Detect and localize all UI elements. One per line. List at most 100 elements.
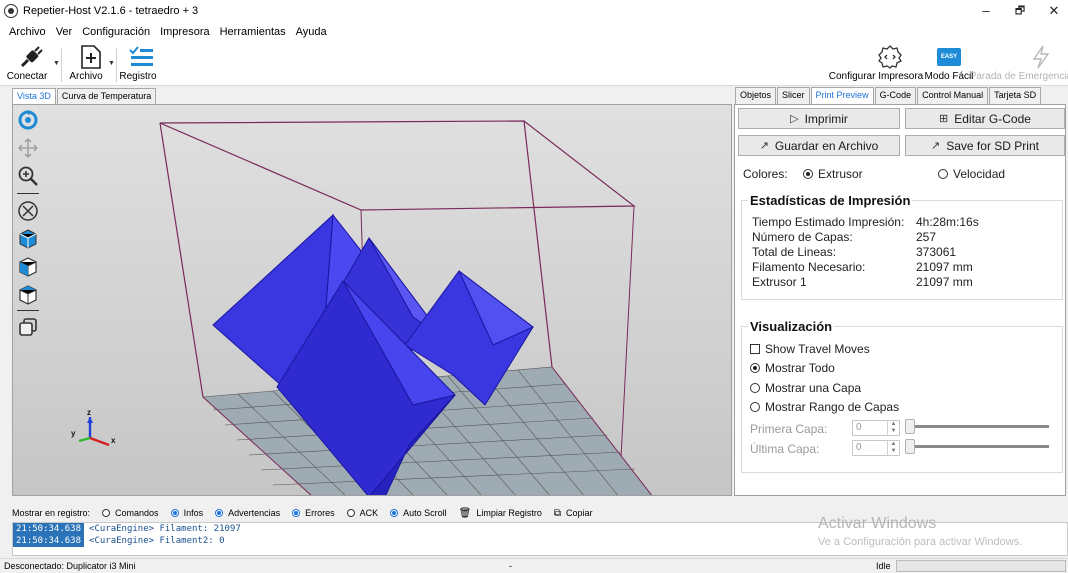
- clear-log-button[interactable]: 🗑 Limpiar Registro: [459, 508, 542, 519]
- tab-print-preview[interactable]: Print Preview: [810, 87, 874, 104]
- tab-gcode[interactable]: G-Code: [874, 87, 917, 104]
- checklist-icon: [129, 46, 153, 66]
- first-layer-spinner[interactable]: 0 ▲ ▼: [852, 420, 900, 436]
- visualization-group: Visualización Show Travel Moves Mostrar …: [741, 319, 1063, 473]
- radio-icon: [938, 169, 948, 179]
- status-bar: Desconectado: Duplicator i3 Mini - Idle: [0, 558, 1068, 573]
- show-all-radio[interactable]: Mostrar Todo: [750, 361, 835, 375]
- edit-file-icon: ⊞: [939, 113, 949, 125]
- play-icon: ▷: [790, 113, 799, 125]
- print-stats-group: Estadísticas de Impresión Tiempo Estimad…: [741, 193, 1063, 300]
- title-bar: Repetier-Host V2.1.6 - tetraedro + 3 – 🗗…: [0, 0, 1068, 22]
- radio-icon: [750, 363, 760, 373]
- file-button[interactable]: Archivo: [66, 44, 106, 84]
- radio-icon: [803, 169, 813, 179]
- print-button[interactable]: ▷ Imprimir: [738, 108, 900, 129]
- connect-dropdown-icon[interactable]: ▼: [53, 60, 60, 67]
- radio-icon: [750, 383, 760, 393]
- tab-sd-card[interactable]: Tarjeta SD: [989, 87, 1042, 104]
- color-extruder-radio[interactable]: Extrusor: [803, 167, 863, 181]
- file-label: Archivo: [69, 71, 103, 82]
- show-layer-range-radio[interactable]: Mostrar Rango de Capas: [750, 400, 899, 414]
- tab-objects[interactable]: Objetos: [735, 87, 777, 104]
- spinner-arrows-icon[interactable]: ▲ ▼: [887, 421, 899, 435]
- activation-watermark-title: Activar Windows: [818, 515, 937, 532]
- app-icon: [4, 4, 18, 18]
- last-layer-row: Última Capa: 0 ▲ ▼: [750, 439, 1060, 458]
- last-layer-slider[interactable]: [905, 439, 1049, 454]
- easy-mode-label: Modo Fácil: [924, 71, 974, 82]
- radio-icon: [215, 509, 224, 517]
- last-layer-label: Última Capa:: [750, 442, 820, 456]
- plug-icon: [20, 46, 43, 68]
- log-ack-radio[interactable]: ACK: [346, 508, 378, 518]
- show-one-layer-radio[interactable]: Mostrar una Capa: [750, 381, 861, 395]
- connect-button[interactable]: Conectar: [4, 44, 50, 84]
- close-button[interactable]: ✕: [1034, 0, 1068, 22]
- show-travel-checkbox[interactable]: Show Travel Moves: [750, 342, 870, 356]
- log-commands-radio[interactable]: Comandos: [102, 508, 159, 518]
- save-sd-button[interactable]: ↗ Save for SD Print: [905, 135, 1065, 156]
- svg-text:y: y: [71, 429, 76, 438]
- edit-gcode-button[interactable]: ⊞ Editar G-Code: [905, 108, 1065, 129]
- connect-label: Conectar: [6, 71, 48, 82]
- log-show-label: Mostrar en registro:: [12, 508, 91, 518]
- spinner-arrows-icon[interactable]: ▲ ▼: [887, 441, 899, 455]
- copy-log-button[interactable]: ⧉ Copiar: [554, 508, 593, 519]
- last-layer-spinner[interactable]: 0 ▲ ▼: [852, 440, 900, 456]
- stat-row: Extrusor 1 21097 mm: [752, 275, 973, 289]
- radio-icon: [292, 509, 301, 517]
- toolbar-separator: [61, 48, 62, 82]
- menu-ver[interactable]: Ver: [51, 26, 78, 38]
- log-infos-radio[interactable]: Infos: [170, 508, 203, 518]
- log-autoscroll-radio[interactable]: Auto Scroll: [390, 508, 447, 518]
- svg-text:z: z: [87, 408, 91, 417]
- menu-ayuda[interactable]: Ayuda: [291, 26, 332, 38]
- trash-icon: 🗑: [458, 507, 472, 519]
- radio-icon: [102, 509, 111, 517]
- print-stats-title: Estadísticas de Impresión: [748, 193, 913, 208]
- visualization-title: Visualización: [748, 319, 835, 334]
- tab-manual-control[interactable]: Control Manual: [917, 87, 989, 104]
- printer-config-label: Configurar Impresora: [828, 71, 924, 82]
- save-file-button[interactable]: ↗ Guardar en Archivo: [738, 135, 900, 156]
- stat-row: Número de Capas: 257: [752, 230, 937, 244]
- 3d-scene: z y x: [71, 120, 653, 495]
- radio-icon: [170, 509, 179, 517]
- emergency-stop-button[interactable]: Parada de Emergencia: [970, 44, 1068, 84]
- printer-state: Idle: [876, 561, 891, 571]
- first-layer-row: Primera Capa: 0 ▲ ▼: [750, 419, 1060, 438]
- menu-configuracion[interactable]: Configuración: [77, 26, 155, 38]
- print-preview-panel: ▷ Imprimir ⊞ Editar G-Code ↗ Guardar en Arc…: [734, 104, 1066, 496]
- easy-mode-button[interactable]: EASY Modo Fácil: [922, 44, 976, 84]
- log-warnings-radio[interactable]: Advertencias: [215, 508, 280, 518]
- file-dropdown-icon[interactable]: ▼: [108, 60, 115, 67]
- tab-temperature-curve[interactable]: Curva de Temperatura: [56, 88, 157, 105]
- menu-archivo[interactable]: Archivo: [4, 26, 51, 38]
- gear-icon: [877, 45, 902, 69]
- status-middle: -: [509, 561, 512, 571]
- color-speed-radio[interactable]: Velocidad: [938, 167, 1005, 181]
- menu-impresora[interactable]: Impresora: [155, 26, 215, 38]
- tab-3d-view[interactable]: Vista 3D: [12, 88, 56, 105]
- stat-row: Filamento Necesario: 21097 mm: [752, 260, 973, 274]
- slider-thumb[interactable]: [905, 439, 915, 454]
- stat-row: Total de Lineas: 373061: [752, 245, 957, 259]
- slider-thumb[interactable]: [905, 419, 915, 434]
- radio-icon: [390, 509, 399, 517]
- first-layer-label: Primera Capa:: [750, 422, 828, 436]
- toolbar-separator: [116, 48, 117, 82]
- 3d-viewport[interactable]: z y x: [12, 104, 732, 496]
- export-icon: ↗: [931, 140, 941, 152]
- tab-slicer[interactable]: Slicer: [777, 87, 810, 104]
- log-button[interactable]: Registro: [118, 44, 158, 84]
- log-label: Registro: [119, 71, 157, 82]
- colors-label: Colores:: [743, 167, 788, 181]
- menu-herramientas[interactable]: Herramientas: [215, 26, 291, 38]
- log-errors-radio[interactable]: Errores: [292, 508, 335, 518]
- first-layer-slider[interactable]: [905, 419, 1049, 434]
- printer-config-button[interactable]: Configurar Impresora: [829, 44, 923, 84]
- colors-row: Colores:: [743, 167, 788, 181]
- lightning-icon: [1032, 45, 1050, 69]
- toolbar: Conectar ▼ Archivo ▼ Registro Configurar…: [0, 42, 1068, 86]
